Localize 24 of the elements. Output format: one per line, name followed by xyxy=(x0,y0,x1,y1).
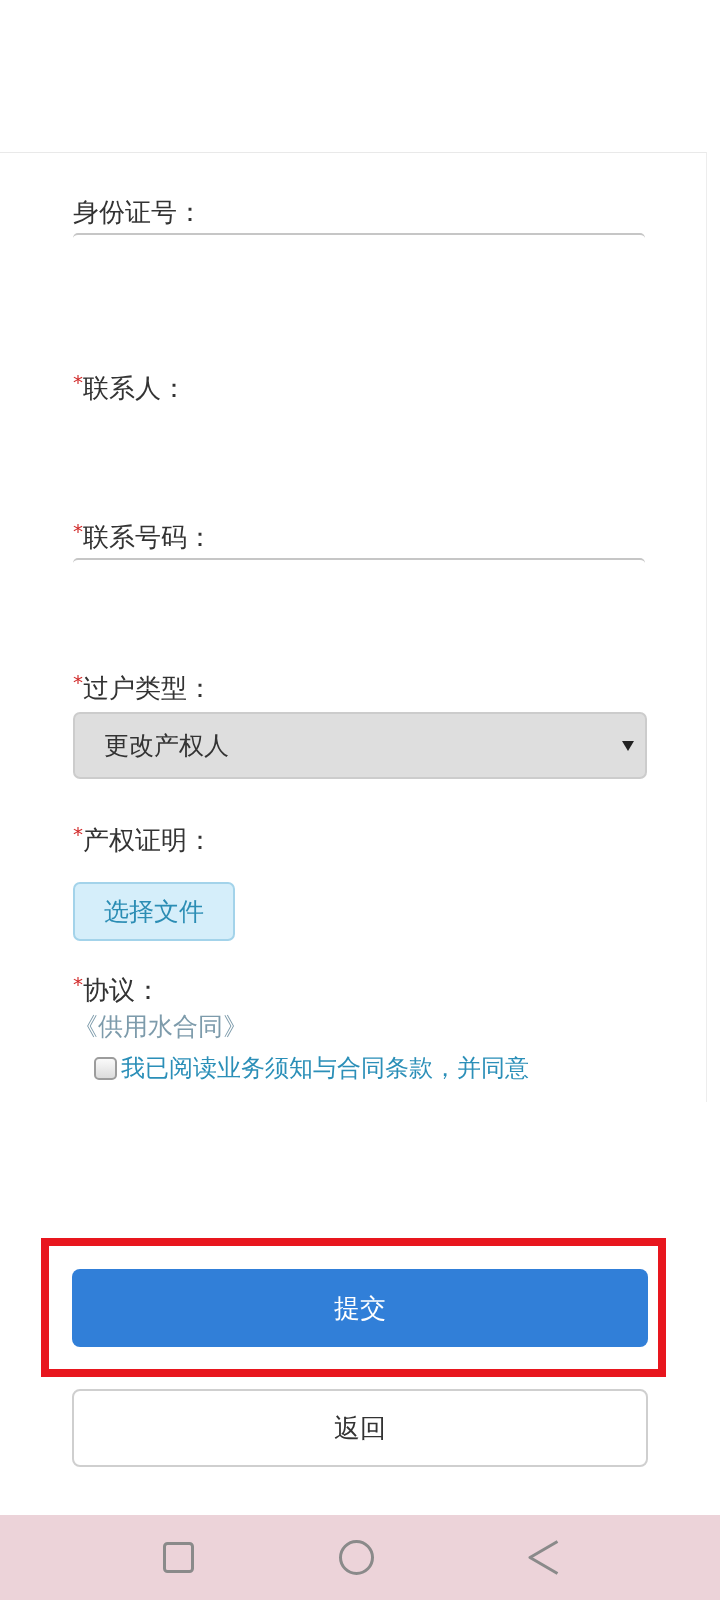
required-mark: * xyxy=(73,519,83,543)
field-label: 过户类型： xyxy=(83,672,213,705)
required-mark: * xyxy=(73,370,83,394)
required-mark: * xyxy=(73,822,83,846)
back-button[interactable]: 返回 xyxy=(72,1389,648,1467)
agree-label[interactable]: 我已阅读业务须知与合同条款，并同意 xyxy=(121,1052,529,1084)
contract-link[interactable]: 《供用水合同》 xyxy=(73,1012,248,1041)
home-icon[interactable] xyxy=(339,1540,374,1575)
field-label: 产权证明： xyxy=(83,824,213,857)
required-mark: * xyxy=(73,972,83,996)
input-field[interactable] xyxy=(73,233,645,238)
field-label: 联系人： xyxy=(83,372,187,405)
field-label: 联系号码： xyxy=(83,521,213,554)
back-icon[interactable] xyxy=(528,1540,559,1575)
choose-file-button[interactable]: 选择文件 xyxy=(73,882,235,941)
agree-checkbox[interactable] xyxy=(94,1056,117,1080)
submit-button[interactable]: 提交 xyxy=(72,1269,648,1347)
field-label: 身份证号： xyxy=(73,196,203,229)
caret-icon xyxy=(622,740,634,751)
field-label: 协议： xyxy=(83,974,161,1007)
input-field[interactable] xyxy=(73,558,645,563)
recents-icon[interactable] xyxy=(163,1542,194,1573)
type-select[interactable]: 更改产权人 xyxy=(73,712,647,779)
required-mark: * xyxy=(73,670,83,694)
